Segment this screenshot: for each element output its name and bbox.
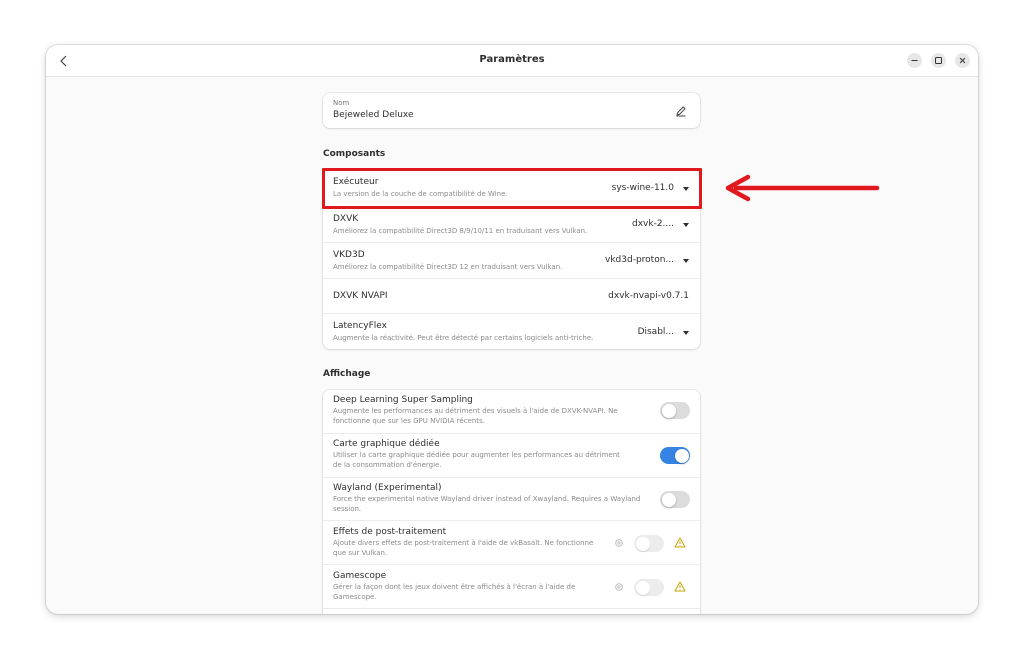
- runner-subtitle: La version de la couche de compatibilité…: [333, 190, 508, 198]
- display-heading: Affichage: [323, 369, 371, 379]
- pencil-icon: [676, 106, 686, 117]
- display-list: Deep Learning Super Sampling Augmente le…: [323, 390, 700, 614]
- latencyflex-dropdown-value[interactable]: Disabl...: [638, 327, 674, 337]
- chevron-down-icon[interactable]: [683, 259, 689, 263]
- vkd3d-dropdown-value[interactable]: vkd3d-proton...: [605, 255, 674, 265]
- window-title: Paramètres: [479, 54, 545, 65]
- wayland-title: Wayland (Experimental): [333, 483, 442, 493]
- dedicated-gpu-row: Carte graphique dédiée Utiliser la carte…: [323, 433, 700, 477]
- vkd3d-subtitle: Améliorez la compatibilité Direct3D 12 e…: [333, 263, 563, 271]
- wayland-row: Wayland (Experimental) Force the experim…: [323, 477, 700, 520]
- dedicated-gpu-switch[interactable]: [660, 447, 690, 464]
- runner-row[interactable]: Exécuteur La version de la couche de com…: [323, 170, 700, 206]
- warning-icon: [674, 581, 686, 592]
- annotation-arrow-icon: [725, 174, 880, 202]
- switch-knob: [674, 448, 689, 463]
- post-processing-switch[interactable]: [634, 535, 664, 552]
- chevron-down-icon[interactable]: [683, 187, 689, 191]
- post-processing-row: Effets de post-traitement Ajoute divers …: [323, 520, 700, 564]
- warning-icon: [674, 537, 686, 548]
- minimize-button[interactable]: [907, 53, 922, 68]
- dedicated-gpu-subtitle: Utiliser la carte graphique dédiée pour …: [333, 451, 620, 469]
- dxvk-subtitle: Améliorez la compatibilité Direct3D 8/9/…: [333, 227, 588, 235]
- post-processing-subtitle: Ajoute divers effets de post-traitement …: [333, 539, 594, 557]
- dlss-switch[interactable]: [660, 402, 690, 419]
- components-heading: Composants: [323, 149, 386, 159]
- name-value[interactable]: Bejeweled Deluxe: [333, 110, 414, 120]
- gamescope-subtitle: Gérer la façon dont les jeux doivent êtr…: [333, 583, 576, 601]
- close-button[interactable]: [955, 53, 970, 68]
- chevron-down-icon[interactable]: [683, 331, 689, 335]
- header-bar: Paramètres: [46, 45, 978, 77]
- gamescope-row: Gamescope Gérer la façon dont les jeux d…: [323, 564, 700, 608]
- components-list: Exécuteur La version de la couche de com…: [323, 170, 700, 349]
- runner-title: Exécuteur: [333, 177, 379, 187]
- latencyflex-subtitle: Augmente la réactivité. Peut être détect…: [333, 334, 594, 342]
- wayland-subtitle: Force the experimental native Wayland dr…: [333, 495, 641, 513]
- switch-knob: [661, 403, 676, 418]
- gamescope-title: Gamescope: [333, 571, 387, 581]
- gamescope-switch[interactable]: [634, 579, 664, 596]
- dxvk-nvapi-value: dxvk-nvapi-v0.7.1: [608, 291, 689, 301]
- switch-knob: [661, 492, 676, 507]
- dlss-title: Deep Learning Super Sampling: [333, 395, 473, 405]
- dxvk-title: DXVK: [333, 214, 359, 224]
- dxvk-dropdown-value[interactable]: dxvk-2....: [632, 219, 674, 229]
- dxvk-nvapi-row: DXVK NVAPI dxvk-nvapi-v0.7.1: [323, 278, 700, 313]
- next-row: [323, 608, 700, 614]
- vkd3d-row[interactable]: VKD3D Améliorez la compatibilité Direct3…: [323, 242, 700, 278]
- wayland-switch[interactable]: [660, 491, 690, 508]
- name-label: Nom: [333, 99, 350, 107]
- latencyflex-title: LatencyFlex: [333, 321, 387, 331]
- name-entry[interactable]: Nom Bejeweled Deluxe: [323, 93, 700, 128]
- edit-name-button[interactable]: [674, 103, 688, 117]
- chevron-down-icon[interactable]: [683, 223, 689, 227]
- switch-knob: [635, 580, 650, 595]
- gear-icon[interactable]: [614, 538, 624, 548]
- settings-window: Paramètres Nom Bejeweled Deluxe Composan…: [46, 45, 978, 614]
- vkd3d-title: VKD3D: [333, 250, 365, 260]
- dxvk-nvapi-title: DXVK NVAPI: [333, 291, 388, 301]
- latencyflex-row[interactable]: LatencyFlex Augmente la réactivité. Peut…: [323, 313, 700, 349]
- close-icon: [959, 57, 966, 64]
- dlss-row: Deep Learning Super Sampling Augmente le…: [323, 390, 700, 433]
- post-processing-title: Effets de post-traitement: [333, 527, 447, 537]
- dedicated-gpu-title: Carte graphique dédiée: [333, 439, 440, 449]
- settings-content: Nom Bejeweled Deluxe Composants Exécuteu…: [46, 78, 978, 614]
- maximize-icon: [935, 57, 942, 64]
- dxvk-row[interactable]: DXVK Améliorez la compatibilité Direct3D…: [323, 206, 700, 242]
- maximize-button[interactable]: [931, 53, 946, 68]
- gear-icon[interactable]: [614, 582, 624, 592]
- runner-dropdown-value[interactable]: sys-wine-11.0: [612, 183, 674, 193]
- switch-knob: [635, 536, 650, 551]
- dlss-subtitle: Augmente les performances au détriment d…: [333, 407, 618, 425]
- minimize-icon: [911, 60, 918, 61]
